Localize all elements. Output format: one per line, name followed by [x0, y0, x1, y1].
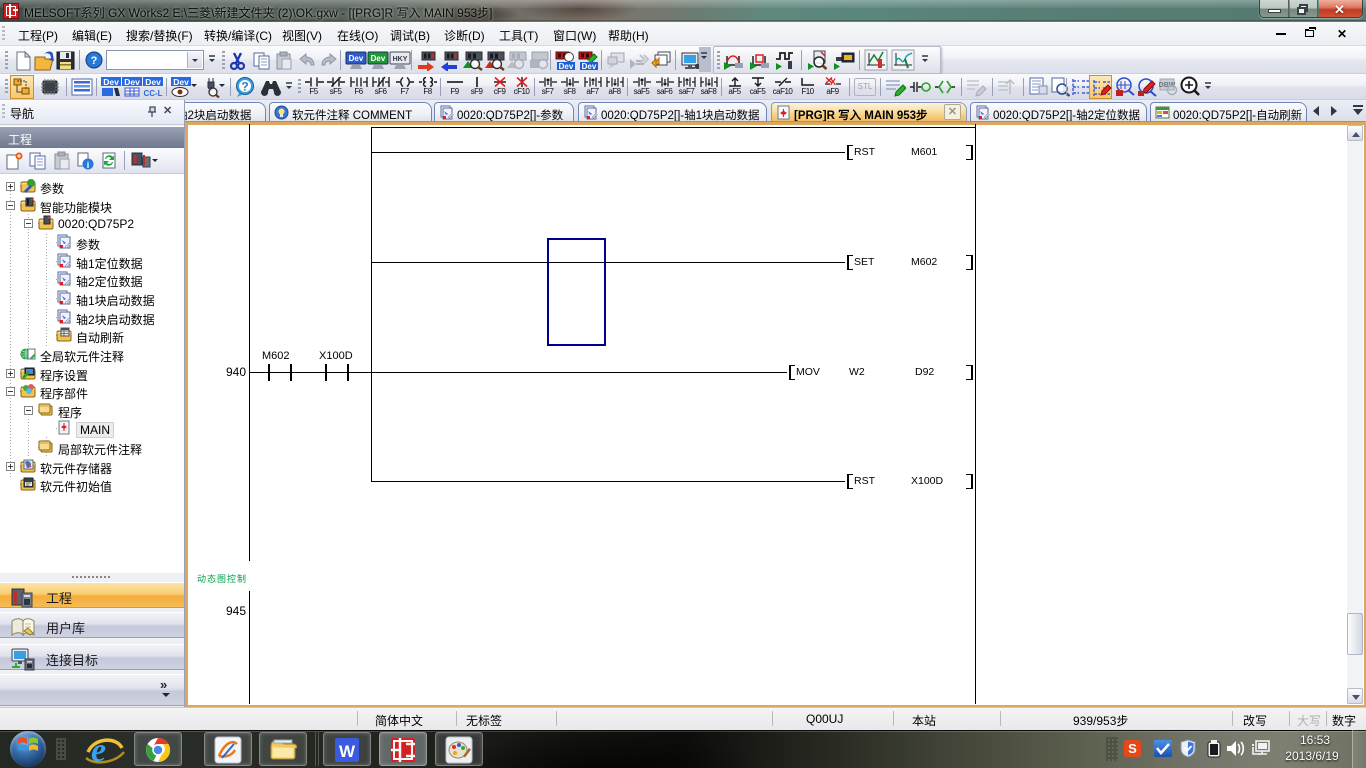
svg-text:Dev: Dev: [124, 77, 140, 87]
svg-text:Dev: Dev: [173, 77, 189, 87]
svg-text:Dev: Dev: [559, 62, 574, 71]
svg-text:Dev: Dev: [582, 62, 597, 71]
svg-text:Dev: Dev: [371, 54, 386, 63]
svg-text:Dev: Dev: [145, 77, 161, 87]
svg-text:CC-L: CC-L: [143, 89, 162, 98]
svg-text:?: ?: [241, 80, 248, 94]
svg-text:Dev: Dev: [349, 54, 364, 63]
svg-text:HKY: HKY: [393, 56, 408, 63]
svg-text:Dev: Dev: [103, 77, 119, 87]
svg-text:?: ?: [91, 55, 98, 67]
svg-text:i: i: [87, 160, 90, 170]
svg-text:W: W: [339, 742, 356, 761]
